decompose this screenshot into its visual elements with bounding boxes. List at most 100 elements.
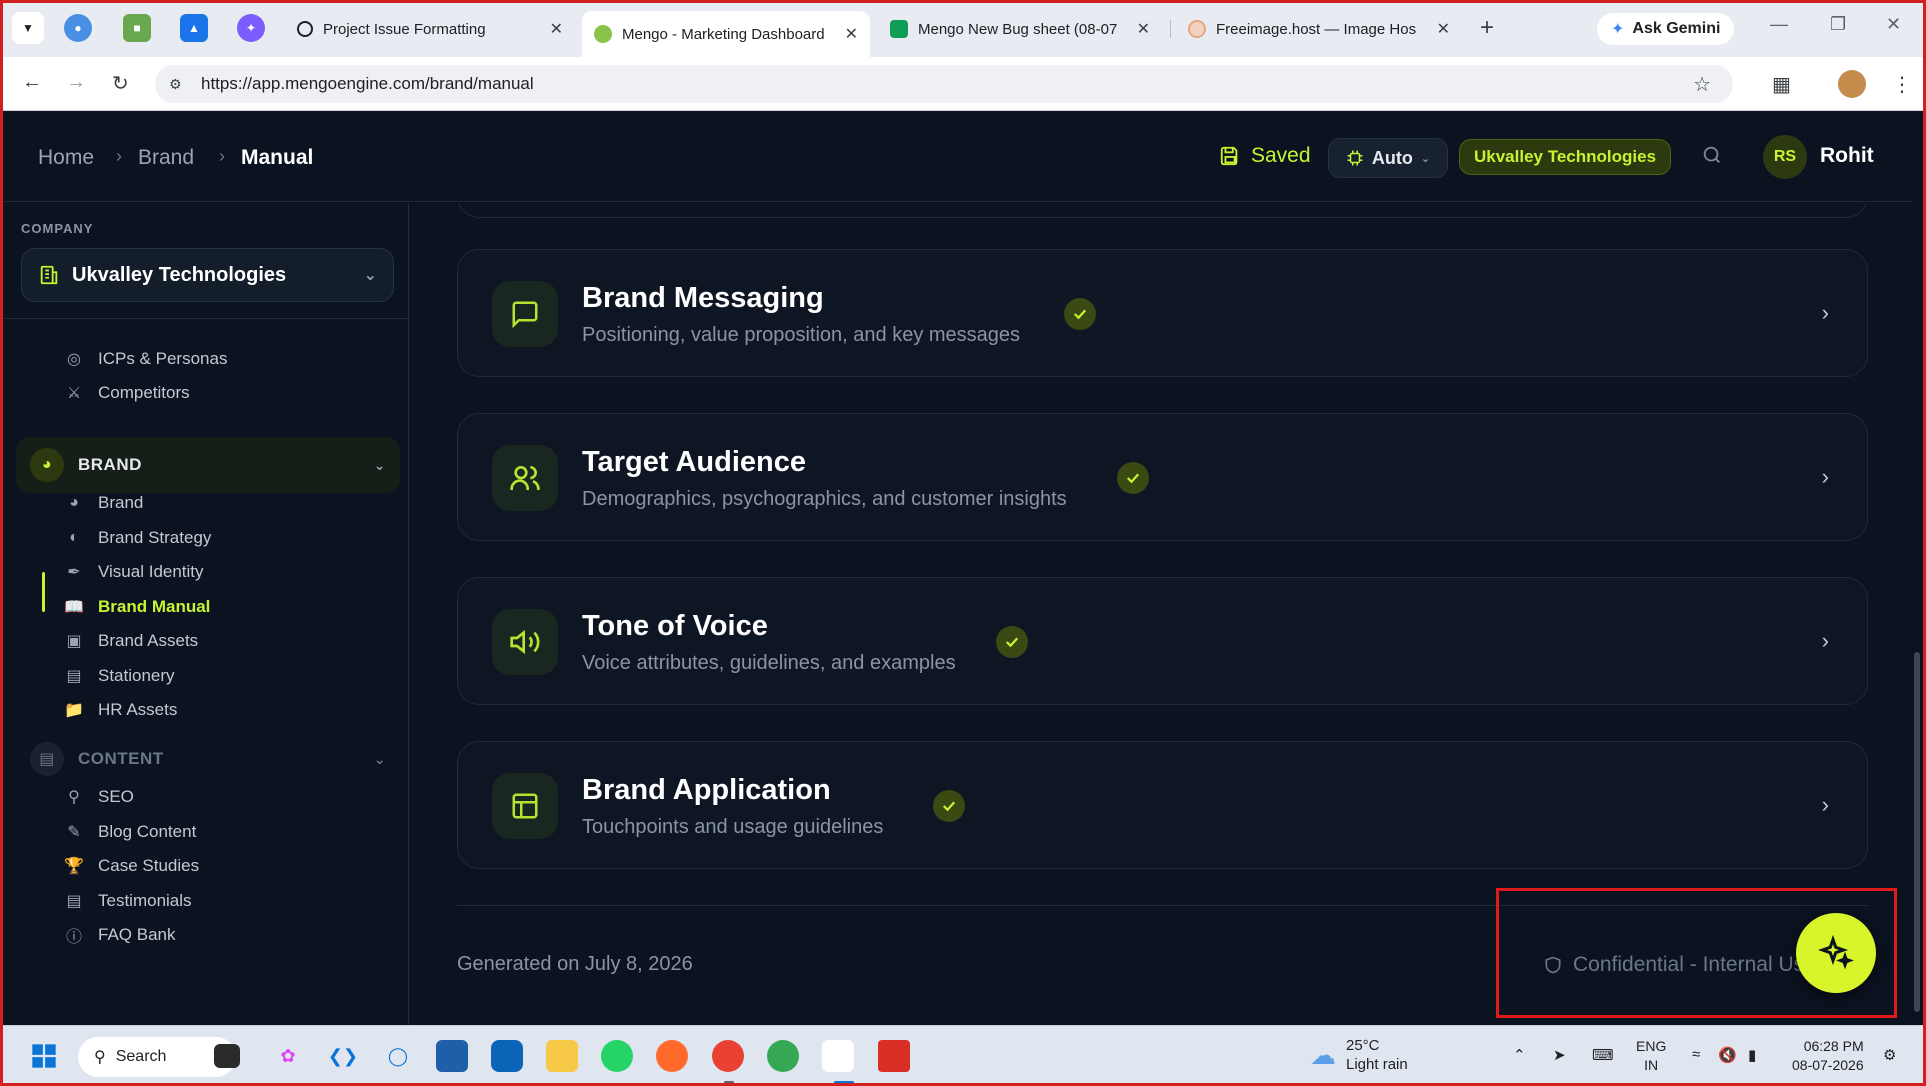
tab-freeimage-host[interactable]: Freeimage.host — Image Hosti ✕ bbox=[1176, 11, 1462, 47]
edge-icon[interactable]: ◯ bbox=[382, 1040, 414, 1072]
sidebar-item-visual-identity[interactable]: ✒ Visual Identity bbox=[64, 557, 203, 587]
freeimage-favicon-icon bbox=[1188, 20, 1206, 38]
close-icon[interactable]: ✕ bbox=[1137, 19, 1150, 39]
arrow-left-icon: ← bbox=[22, 71, 42, 93]
tab-project-issue-formatting[interactable]: Project Issue Formatting ✕ bbox=[285, 11, 575, 47]
sidebar-item-brand-manual[interactable]: 📖 Brand Manual bbox=[64, 592, 210, 622]
tab-search-button[interactable]: ▼ bbox=[12, 12, 44, 44]
section-card-target-audience[interactable]: Target Audience Demographics, psychograp… bbox=[457, 413, 1868, 541]
vscode-icon[interactable]: ❮❯ bbox=[327, 1040, 359, 1072]
bookmark-star-icon[interactable]: ☆ bbox=[1693, 72, 1711, 97]
mode-selector[interactable]: Auto ⌄ bbox=[1328, 138, 1448, 178]
back-button[interactable]: ← bbox=[22, 71, 42, 94]
sidebar-item-label: ICPs & Personas bbox=[98, 349, 228, 368]
section-subtitle: Voice attributes, guidelines, and exampl… bbox=[582, 652, 956, 674]
user-avatar[interactable]: RS bbox=[1763, 135, 1807, 179]
reload-button[interactable]: ↻ bbox=[112, 71, 129, 96]
store-icon[interactable] bbox=[436, 1040, 468, 1072]
sidebar-item-blog-content[interactable]: ✎ Blog Content bbox=[64, 817, 196, 847]
extensions-icon[interactable]: ▦ bbox=[1772, 72, 1791, 97]
sidebar-item-testimonials[interactable]: ▤ Testimonials bbox=[64, 886, 191, 916]
search-icon[interactable] bbox=[1701, 144, 1723, 172]
ask-gemini-label: Ask Gemini bbox=[1632, 20, 1721, 37]
whatsapp-icon[interactable] bbox=[601, 1040, 633, 1072]
sidebar-item-icps-personas[interactable]: ◎ ICPs & Personas bbox=[64, 344, 227, 374]
paint-icon[interactable] bbox=[878, 1040, 910, 1072]
minimize-button[interactable]: — bbox=[1770, 14, 1788, 35]
message-quote-icon: ▤ bbox=[66, 893, 82, 910]
tab-mengo-marketing-dashboard[interactable]: Mengo - Marketing Dashboard ✕ bbox=[582, 11, 870, 57]
chevron-up-icon[interactable]: ⌃ bbox=[1513, 1046, 1526, 1064]
copilot-icon[interactable]: ✿ bbox=[272, 1040, 304, 1072]
sidebar-item-brand[interactable]: ◕ Brand bbox=[64, 488, 143, 518]
system-clock[interactable]: 06:28 PM 08-07-2026 bbox=[1792, 1037, 1864, 1075]
profile-avatar[interactable] bbox=[1838, 70, 1866, 98]
group-label: CONTENT bbox=[78, 749, 164, 768]
section-card-brand-application[interactable]: Brand Application Touchpoints and usage … bbox=[457, 741, 1868, 869]
footer-divider bbox=[457, 905, 1868, 906]
snipping-tool-icon[interactable] bbox=[822, 1040, 854, 1072]
sidebar-item-competitors[interactable]: ⚔ Competitors bbox=[64, 378, 190, 408]
tab-mengo-bug-sheet[interactable]: Mengo New Bug sheet (08-07-2 ✕ bbox=[878, 11, 1162, 47]
address-bar[interactable]: ⚙ https://app.mengoengine.com/brand/manu… bbox=[155, 65, 1733, 103]
section-card-brand-messaging[interactable]: Brand Messaging Positioning, value propo… bbox=[457, 249, 1868, 377]
location-icon[interactable]: ➤ bbox=[1553, 1046, 1566, 1064]
pinned-tab-4[interactable]: ✦ bbox=[237, 14, 265, 42]
sidebar-item-faq-bank[interactable]: ⓘ FAQ Bank bbox=[64, 920, 176, 950]
forward-button[interactable]: → bbox=[66, 71, 86, 94]
sidebar-item-case-studies[interactable]: 🏆 Case Studies bbox=[64, 851, 199, 881]
section-title: Target Audience bbox=[582, 446, 806, 478]
sidebar-item-hr-assets[interactable]: 📁 HR Assets bbox=[64, 695, 177, 725]
notification-bell-icon[interactable]: ⚙ bbox=[1883, 1046, 1896, 1064]
sidebar-item-stationery[interactable]: ▤ Stationery bbox=[64, 661, 174, 691]
ask-gemini-button[interactable]: ✦ Ask Gemini bbox=[1597, 13, 1735, 45]
group-label: BRAND bbox=[78, 455, 142, 474]
outlook-icon[interactable] bbox=[491, 1040, 523, 1072]
file-explorer-icon[interactable] bbox=[546, 1040, 578, 1072]
pinned-tab-2[interactable]: ■ bbox=[123, 14, 151, 42]
sidebar-item-label: HR Assets bbox=[98, 700, 178, 719]
close-icon[interactable]: ✕ bbox=[845, 24, 858, 44]
sidebar-group-content[interactable]: ▤ CONTENT ⌄ bbox=[16, 731, 400, 787]
chevron-down-icon: ⌄ bbox=[1420, 152, 1431, 165]
company-pill[interactable]: Ukvalley Technologies bbox=[1459, 139, 1672, 175]
new-tab-button[interactable]: + bbox=[1480, 14, 1494, 42]
section-card-tone-of-voice[interactable]: Tone of Voice Voice attributes, guidelin… bbox=[457, 577, 1868, 705]
company-selector[interactable]: Ukvalley Technologies ⌄ bbox=[21, 248, 394, 302]
chrome-icon[interactable] bbox=[767, 1040, 799, 1072]
close-icon[interactable]: ✕ bbox=[550, 19, 563, 39]
file-pen-icon: ✎ bbox=[67, 824, 81, 841]
breadcrumb-brand[interactable]: Brand bbox=[138, 146, 194, 170]
sidebar-group-brand[interactable]: ◕ BRAND ⌄ bbox=[16, 437, 400, 493]
pinned-tab-1[interactable]: ● bbox=[64, 14, 92, 42]
sidebar-item-label: Blog Content bbox=[98, 822, 197, 841]
sidebar-item-seo[interactable]: ⚲ SEO bbox=[64, 782, 134, 812]
close-icon[interactable]: ✕ bbox=[1437, 19, 1450, 39]
pen-app-icon[interactable] bbox=[656, 1040, 688, 1072]
sidebar-divider bbox=[4, 318, 408, 319]
sidebar-item-brand-strategy[interactable]: ◐ Brand Strategy bbox=[64, 523, 211, 553]
site-settings-icon[interactable]: ⚙ bbox=[169, 76, 187, 93]
language-indicator[interactable]: ENG IN bbox=[1636, 1037, 1666, 1075]
windows-start-icon[interactable] bbox=[28, 1040, 60, 1072]
more-menu-icon[interactable]: ⋮ bbox=[1892, 72, 1912, 97]
battery-icon[interactable]: ▮ bbox=[1748, 1046, 1756, 1064]
volume-muted-icon[interactable]: 🔇 bbox=[1718, 1046, 1737, 1064]
keyboard-icon[interactable]: ⌨ bbox=[1592, 1046, 1614, 1064]
taskbar-search[interactable]: ⚲ Search bbox=[78, 1037, 236, 1077]
company-section-label: COMPANY bbox=[21, 221, 94, 236]
main-content: Brand Messaging Positioning, value propo… bbox=[410, 203, 1922, 1025]
user-name[interactable]: Rohit bbox=[1820, 144, 1874, 168]
sidebar-item-brand-assets[interactable]: ▣ Brand Assets bbox=[64, 626, 198, 656]
weather-widget[interactable]: ☁ 25°C Light rain bbox=[1310, 1036, 1408, 1074]
ai-assistant-button[interactable] bbox=[1796, 913, 1876, 993]
breadcrumb-home[interactable]: Home bbox=[38, 146, 94, 170]
restore-button[interactable]: ❐ bbox=[1830, 14, 1846, 35]
chrome-profile-icon[interactable] bbox=[712, 1040, 744, 1072]
page-scrollbar[interactable] bbox=[1912, 112, 1922, 1024]
pinned-tab-3[interactable]: ▲ bbox=[180, 14, 208, 42]
task-view-icon[interactable] bbox=[214, 1044, 240, 1068]
close-window-button[interactable]: ✕ bbox=[1886, 14, 1901, 35]
wifi-icon[interactable]: ≈ bbox=[1692, 1046, 1700, 1063]
scrollbar-thumb[interactable] bbox=[1914, 652, 1920, 1012]
